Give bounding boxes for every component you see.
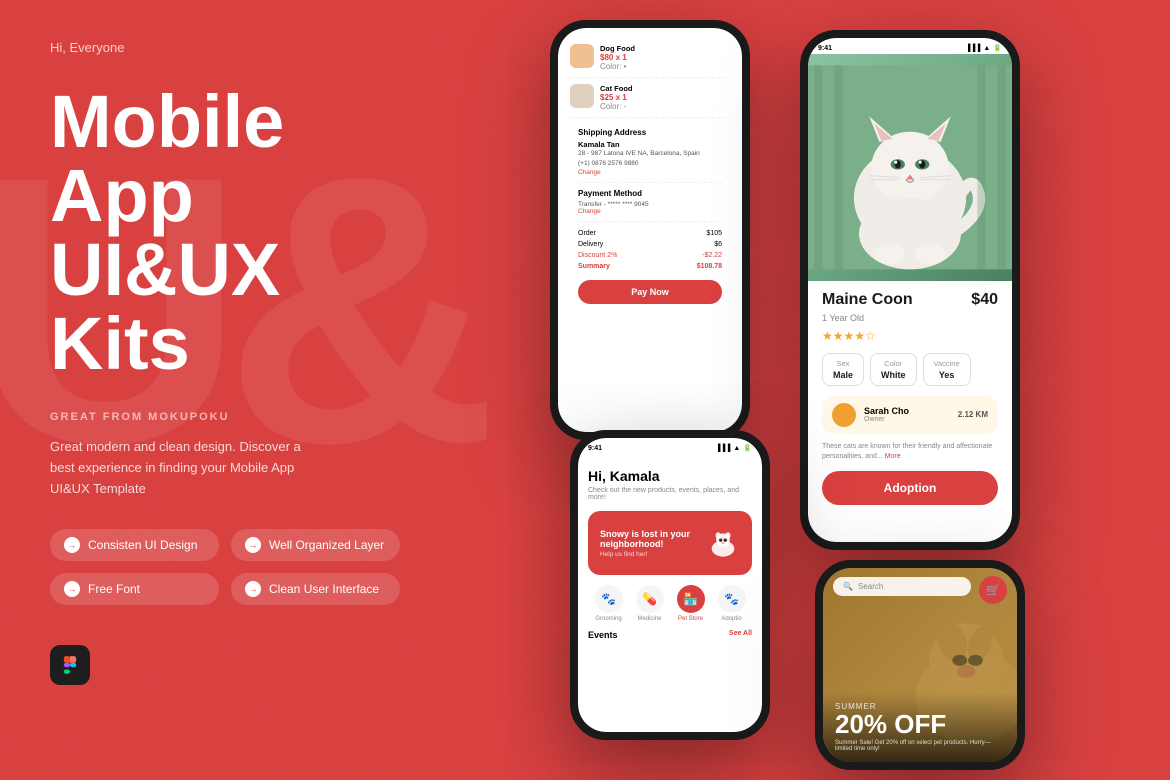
nav-grooming[interactable]: 🐾 Grooming — [595, 585, 623, 622]
sale-percent: 20% OFF — [835, 711, 1005, 737]
nav-icons: 🐾 Grooming 💊 Medicine 🏪 Pet Store 🐾 Adop… — [588, 585, 752, 622]
cat-tag-color: Color White — [870, 353, 917, 386]
sale-screen: 🔍 Search 🛒 SUMMER 20% OFF Summer Sale! G… — [823, 568, 1017, 762]
banner-text: Snowy is lost in your neighborhood! Help… — [600, 529, 706, 558]
shipping-change[interactable]: Change — [578, 169, 722, 176]
nav-adoption[interactable]: 🐾 Adoptio — [718, 585, 746, 622]
lost-pet-banner[interactable]: Snowy is lost in your neighborhood! Help… — [588, 511, 752, 575]
payment-label: Payment Method — [578, 189, 722, 198]
cat-stars: ★★★★☆ — [822, 329, 998, 343]
owner-avatar — [832, 403, 856, 427]
sale-screen-container: 🔍 Search 🛒 SUMMER 20% OFF Summer Sale! G… — [823, 568, 1017, 762]
main-title: Mobile App UI&UX Kits — [50, 85, 400, 381]
feature-free-font: Free Font — [50, 573, 219, 605]
pet-store-icon: 🏪 — [677, 585, 705, 613]
arrow-icon-4 — [245, 581, 261, 597]
status-bar-3: 9:41 ▐▐▐▲🔋 — [578, 438, 762, 454]
pay-now-button[interactable]: Pay Now — [578, 280, 722, 304]
figma-icon — [50, 645, 90, 685]
item-color-2: Color: - — [600, 102, 633, 111]
banner-dog-icon — [706, 523, 740, 563]
home-screen: 9:41 ▐▐▐▲🔋 Hi, Kamala Check out the new … — [578, 438, 762, 732]
total-row: Summary $108.78 — [578, 261, 722, 272]
item-name-1: Dog Food — [600, 44, 635, 53]
phone-checkout: Dog Food $80 x 1 Color: • Cat Food $25 x… — [550, 20, 750, 440]
shipping-name: Kamala Tan — [578, 140, 722, 149]
kamala-sub: Check out the new products, events, plac… — [588, 487, 752, 501]
item-price-1: $80 x 1 — [600, 53, 635, 62]
discount-row: Discount 2% -$2.22 — [578, 250, 722, 261]
phone-sale: 🔍 Search 🛒 SUMMER 20% OFF Summer Sale! G… — [815, 560, 1025, 770]
checkout-details: Shipping Address Kamala Tan 28 - 987 Lat… — [570, 118, 730, 308]
adoption-icon: 🐾 — [718, 585, 746, 613]
item-info-1: Dog Food $80 x 1 Color: • — [600, 44, 635, 71]
cat-image — [808, 54, 1012, 281]
search-icon: 🔍 — [843, 582, 853, 591]
status-icons-2: ▐▐▐ ▲ 🔋 — [965, 44, 1002, 52]
cart-icon[interactable]: 🛒 — [979, 576, 1007, 604]
item-color-1: Color: • — [600, 62, 635, 71]
arrow-icon — [64, 537, 80, 553]
payment-change[interactable]: Change — [578, 208, 722, 215]
sale-status-bar: 🔍 Search 🛒 — [833, 576, 1007, 604]
item-info-2: Cat Food $25 x 1 Color: - — [600, 84, 633, 111]
checkout-item-2: Cat Food $25 x 1 Color: - — [570, 78, 730, 118]
delivery-row: Delivery $6 — [578, 239, 722, 250]
checkout-item-1: Dog Food $80 x 1 Color: • — [570, 38, 730, 78]
kamala-greeting: Hi, Kamala — [588, 468, 752, 484]
maine-coon-screen: 9:41 ▐▐▐ ▲ 🔋 — [808, 38, 1012, 542]
status-bar-2: 9:41 ▐▐▐ ▲ 🔋 — [808, 38, 1012, 54]
description-text: Great modern and clean design. Discover … — [50, 437, 320, 499]
item-price-2: $25 x 1 — [600, 93, 633, 102]
adopt-button[interactable]: Adoption — [822, 471, 998, 505]
cat-tag-sex: Sex Male — [822, 353, 864, 386]
left-panel: Hi, Everyone Mobile App UI&UX Kits GREAT… — [0, 0, 450, 780]
phone-maine-coon: 9:41 ▐▐▐ ▲ 🔋 — [800, 30, 1020, 550]
more-link[interactable]: More — [885, 453, 901, 460]
owner-row: Sarah Cho Owner 2.12 KM — [822, 396, 998, 434]
cat-age: 1 Year Old — [822, 313, 998, 323]
cat-info: Maine Coon $40 1 Year Old ★★★★☆ Sex Male… — [808, 281, 1012, 515]
grooming-icon: 🐾 — [595, 585, 623, 613]
sale-overlay: SUMMER 20% OFF Summer Sale! Get 20% off … — [823, 692, 1017, 762]
arrow-icon-3 — [64, 581, 80, 597]
cat-header: Maine Coon $40 — [822, 291, 998, 309]
owner-info: Sarah Cho Owner — [864, 406, 909, 423]
search-bar[interactable]: 🔍 Search — [833, 577, 971, 596]
arrow-icon-2 — [245, 537, 261, 553]
features-list: Consisten UI Design Well Organized Layer… — [50, 529, 400, 605]
cat-description: These cats are known for their friendly … — [822, 442, 998, 463]
shipping-label: Shipping Address — [578, 128, 722, 137]
item-thumb-1 — [570, 44, 594, 68]
nav-medicine[interactable]: 💊 Medicine — [636, 585, 664, 622]
shipping-address: 28 - 987 Latona IVE NA, Barcelona, Spain… — [578, 149, 722, 169]
cat-tags: Sex Male Color White Vaccine Yes — [822, 353, 998, 386]
kamala-content: Hi, Kamala Check out the new products, e… — [578, 460, 762, 654]
greeting-text: Hi, Everyone — [50, 40, 400, 55]
phone-home: 9:41 ▐▐▐▲🔋 Hi, Kamala Check out the new … — [570, 430, 770, 740]
feature-well-organized: Well Organized Layer — [231, 529, 400, 561]
cat-name: Maine Coon — [822, 291, 913, 309]
payment-method: Transfer - ***** **** 9045 — [578, 201, 722, 208]
events-header: Events See All — [588, 630, 752, 640]
nav-pet-store[interactable]: 🏪 Pet Store — [677, 585, 705, 622]
sale-description: Summer Sale! Get 20% off on select pet p… — [835, 740, 1005, 752]
cat-price: $40 — [971, 291, 998, 309]
cat-tag-vaccine: Vaccine Yes — [923, 353, 971, 386]
checkout-screen: Dog Food $80 x 1 Color: • Cat Food $25 x… — [558, 28, 742, 432]
item-thumb-2 — [570, 84, 594, 108]
sale-content: 🔍 Search 🛒 — [823, 568, 1017, 620]
order-row: Order $105 — [578, 228, 722, 239]
feature-clean-ui: Clean User Interface — [231, 573, 400, 605]
brand-tag: GREAT FROM MOKUPOKU — [50, 411, 400, 423]
item-name-2: Cat Food — [600, 84, 633, 93]
feature-consisten-ui: Consisten UI Design — [50, 529, 219, 561]
medicine-icon: 💊 — [636, 585, 664, 613]
see-all-link[interactable]: See All — [729, 630, 752, 640]
phones-area: Dog Food $80 x 1 Color: • Cat Food $25 x… — [420, 0, 1170, 780]
status-icons-3: ▐▐▐▲🔋 — [715, 444, 752, 452]
